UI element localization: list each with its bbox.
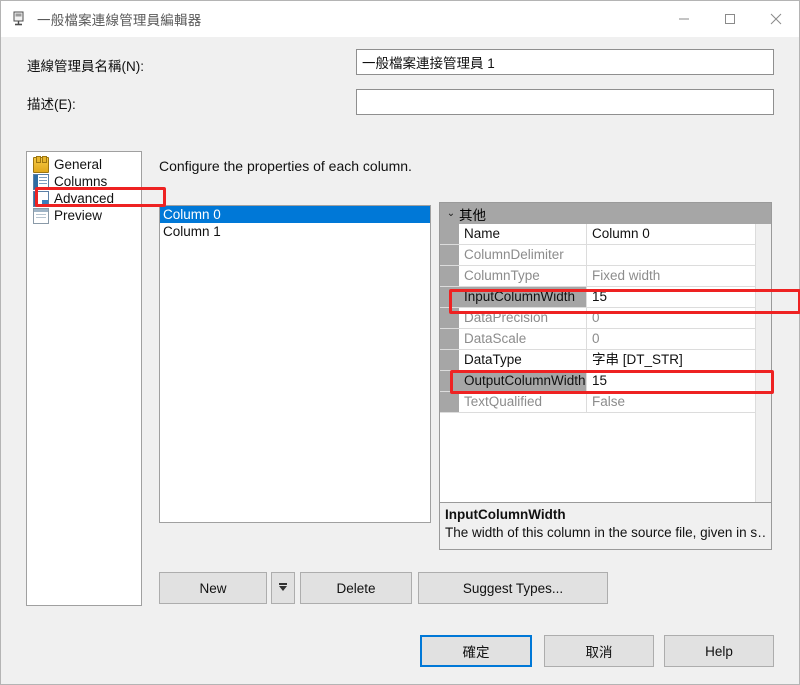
list-item[interactable]: Column 0 [160,206,430,223]
columns-icon [33,173,49,190]
page-heading: Configure the properties of each column. [159,158,412,174]
connection-name-input[interactable] [356,49,774,75]
row-gutter [440,350,459,370]
table-row[interactable]: ColumnType Fixed width [440,266,771,287]
property-group-label: 其他 [459,207,486,223]
property-name: Name [459,224,587,244]
minimize-icon[interactable] [661,1,707,37]
suggest-types-button[interactable]: Suggest Types... [418,572,608,604]
property-name: ColumnDelimiter [459,245,587,265]
table-row[interactable]: TextQualified False [440,392,771,413]
row-gutter [440,392,459,412]
property-value[interactable]: Column 0 [587,224,771,244]
row-gutter [440,287,459,307]
property-value[interactable]: 15 [587,371,771,391]
tree-item-label: General [54,157,103,172]
title-bar: 一般檔案連線管理員編輯器 [1,1,799,37]
table-row[interactable]: InputColumnWidth 15 [440,287,771,308]
description-input[interactable] [356,89,774,115]
row-gutter [440,266,459,286]
property-value[interactable]: 0 [587,329,771,349]
property-value[interactable]: False [587,392,771,412]
property-name: DataScale [459,329,587,349]
delete-button[interactable]: Delete [300,572,412,604]
tree-item-general[interactable]: General [31,155,141,173]
help-button[interactable]: Help [664,635,774,667]
row-gutter [440,308,459,328]
table-row[interactable]: DataScale 0 [440,329,771,350]
property-description-pane: InputColumnWidth The width of this colum… [439,502,772,550]
property-name: OutputColumnWidth [459,371,587,391]
list-item[interactable]: Column 1 [160,223,430,240]
property-value[interactable] [587,245,771,265]
window-title: 一般檔案連線管理員編輯器 [37,13,202,28]
advanced-icon [33,190,49,207]
ok-button[interactable]: 確定 [420,635,532,667]
dialog-window: 一般檔案連線管理員編輯器 連線管理員名稱(N): 描述(E): General … [0,0,800,685]
page-tree-panel: General Columns Advanced Preview [26,151,142,606]
property-value[interactable]: 0 [587,308,771,328]
property-description-text: The width of this column in the source f… [445,525,766,540]
property-name: DataType [459,350,587,370]
connection-name-label: 連線管理員名稱(N): [27,59,144,74]
chevron-down-icon[interactable]: ⌄ [443,208,459,219]
new-dropdown-button[interactable] [271,572,295,604]
tree-item-advanced[interactable]: Advanced [31,190,141,207]
close-icon[interactable] [753,1,799,37]
tree-item-preview[interactable]: Preview [31,207,141,224]
connection-manager-icon [11,10,29,28]
new-button[interactable]: New [159,572,267,604]
property-name: ColumnType [459,266,587,286]
property-name: TextQualified [459,392,587,412]
column-listbox[interactable]: Column 0 Column 1 [159,205,431,523]
property-description-title: InputColumnWidth [445,507,566,522]
row-gutter [440,329,459,349]
table-row[interactable]: Name Column 0 [440,224,771,245]
table-row[interactable]: DataPrecision 0 [440,308,771,329]
dropdown-arrow-icon [279,582,287,591]
property-rows: Name Column 0 ColumnDelimiter ColumnType… [440,224,771,413]
table-row[interactable]: DataType 字串 [DT_STR] [440,350,771,371]
preview-icon [33,207,49,224]
tree-item-label: Columns [54,174,108,189]
property-grid-scroll-area[interactable] [755,224,771,522]
property-name: InputColumnWidth [459,287,587,307]
tree-item-label: Advanced [54,191,115,206]
tree-item-columns[interactable]: Columns [31,173,141,190]
table-row[interactable]: OutputColumnWidth 15 [440,371,771,392]
property-value[interactable]: Fixed width [587,266,771,286]
tree-item-label: Preview [54,208,103,223]
property-grid[interactable]: ⌄ 其他 Name Column 0 ColumnDelimiter Colum… [439,202,772,523]
description-label: 描述(E): [27,97,76,112]
row-gutter [440,224,459,244]
cancel-button[interactable]: 取消 [544,635,654,667]
window-controls [661,1,799,37]
property-value[interactable]: 15 [587,287,771,307]
row-gutter [440,371,459,391]
table-row[interactable]: ColumnDelimiter [440,245,771,266]
general-icon [33,155,49,173]
row-gutter [440,245,459,265]
property-name: DataPrecision [459,308,587,328]
property-group-header[interactable]: ⌄ 其他 [440,203,771,224]
property-value[interactable]: 字串 [DT_STR] [587,350,771,370]
maximize-icon[interactable] [707,1,753,37]
